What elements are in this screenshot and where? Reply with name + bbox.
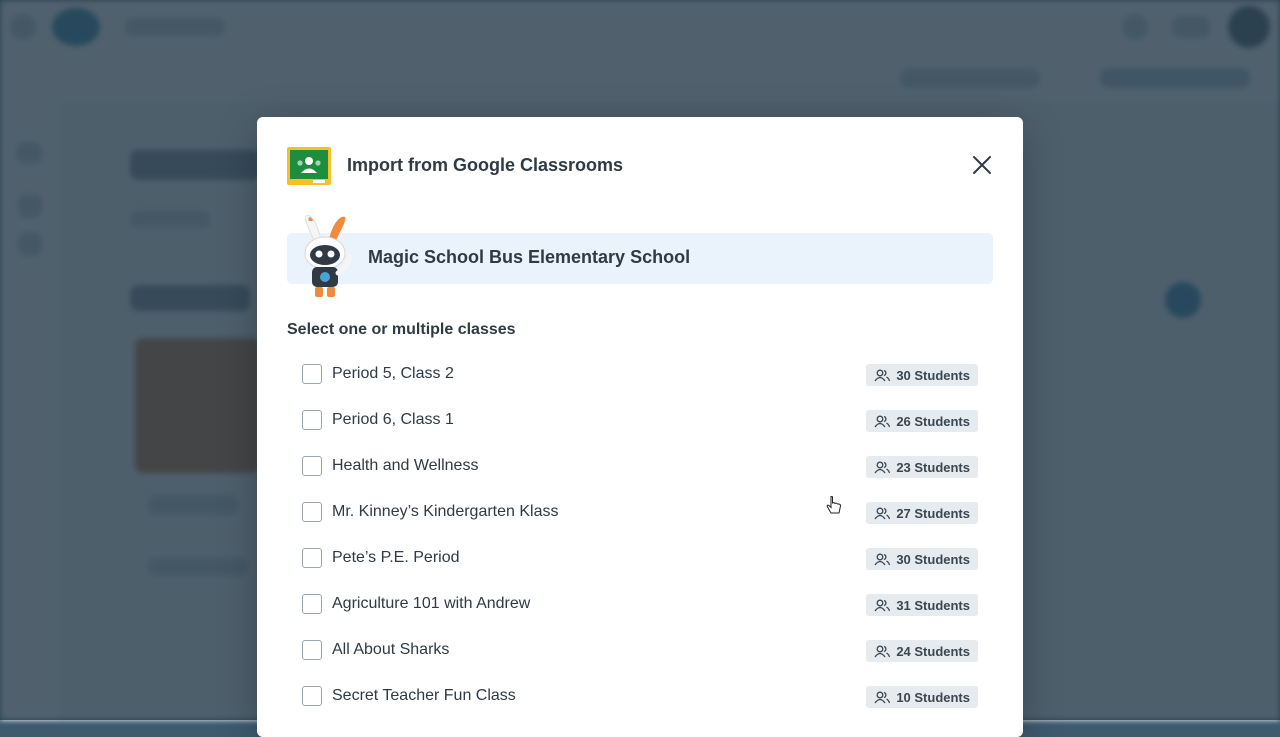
import-dialog: Import from Google Classrooms Magic Scho… [257, 117, 1023, 737]
student-count-badge: 27 Students [866, 502, 978, 524]
select-classes-label: Select one or multiple classes [287, 321, 516, 338]
class-checkbox[interactable] [302, 594, 322, 614]
class-name: All About Sharks [332, 641, 450, 658]
student-count: 30 Students [896, 367, 970, 383]
student-count: 10 Students [896, 689, 970, 705]
class-checkbox[interactable] [302, 548, 322, 568]
student-count-badge: 31 Students [866, 594, 978, 616]
class-name: Mr. Kinney’s Kindergarten Klass [332, 503, 559, 520]
class-checkbox[interactable] [302, 686, 322, 706]
class-name: Secret Teacher Fun Class [332, 687, 516, 704]
class-row-health-and-wellness[interactable]: Health and Wellness 23 Students [287, 444, 993, 490]
hand-pointer-cursor-icon [826, 496, 842, 514]
class-name: Pete’s P.E. Period [332, 549, 460, 566]
users-icon [874, 645, 891, 657]
class-checkbox[interactable] [302, 640, 322, 660]
close-icon [973, 156, 991, 174]
student-count-badge: 10 Students [866, 686, 978, 708]
student-count: 31 Students [896, 597, 970, 613]
student-count-badge: 26 Students [866, 410, 978, 432]
class-checkbox[interactable] [302, 456, 322, 476]
users-icon [874, 599, 891, 611]
class-name: Health and Wellness [332, 457, 479, 474]
class-checkbox[interactable] [302, 410, 322, 430]
class-row-petes-pe-period[interactable]: Pete’s P.E. Period 30 Students [287, 536, 993, 582]
class-name: Period 6, Class 1 [332, 411, 454, 428]
google-classroom-icon [287, 147, 331, 185]
student-count: 23 Students [896, 459, 970, 475]
class-row-all-about-sharks[interactable]: All About Sharks 24 Students [287, 628, 993, 674]
school-name: Magic School Bus Elementary School [368, 247, 691, 267]
class-name: Agriculture 101 with Andrew [332, 595, 531, 612]
school-banner: Magic School Bus Elementary School [287, 233, 993, 284]
users-icon [874, 691, 891, 703]
class-name: Period 5, Class 2 [332, 365, 454, 382]
student-count: 30 Students [896, 551, 970, 567]
class-checkbox[interactable] [302, 502, 322, 522]
users-icon [874, 553, 891, 565]
users-icon [874, 507, 891, 519]
class-row-period-6-class-1[interactable]: Period 6, Class 1 26 Students [287, 398, 993, 444]
student-count: 24 Students [896, 643, 970, 659]
users-icon [874, 369, 891, 381]
class-list: Period 5, Class 2 30 Students Period 6, … [287, 352, 993, 720]
users-icon [874, 461, 891, 473]
robot-bunny-mascot [304, 215, 353, 297]
student-count: 26 Students [896, 413, 970, 429]
dialog-title: Import from Google Classrooms [347, 155, 624, 175]
users-icon [874, 415, 891, 427]
student-count-badge: 24 Students [866, 640, 978, 662]
class-checkbox[interactable] [302, 364, 322, 384]
class-row-secret-teacher-fun-class[interactable]: Secret Teacher Fun Class 10 Students [287, 674, 993, 720]
student-count-badge: 30 Students [866, 548, 978, 570]
class-row-kindergarten-klass[interactable]: Mr. Kinney’s Kindergarten Klass 27 Stude… [287, 490, 993, 536]
close-button[interactable] [967, 150, 997, 180]
student-count: 27 Students [896, 505, 970, 521]
student-count-badge: 23 Students [866, 456, 978, 478]
student-count-badge: 30 Students [866, 364, 978, 386]
class-row-period-5-class-2[interactable]: Period 5, Class 2 30 Students [287, 352, 993, 398]
class-row-agriculture-101[interactable]: Agriculture 101 with Andrew 31 Students [287, 582, 993, 628]
